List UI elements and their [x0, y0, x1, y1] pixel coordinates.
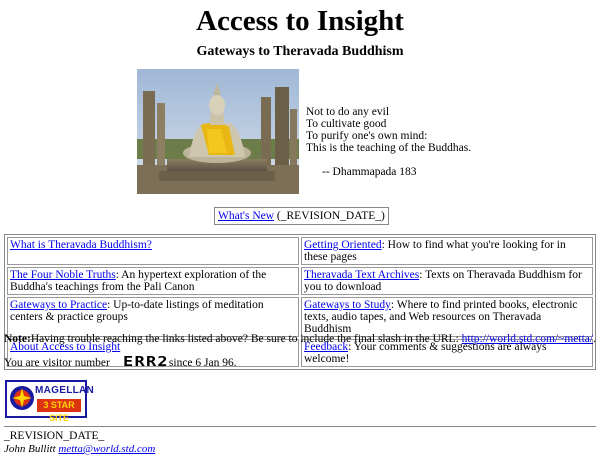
badge-name: MAGELLAN: [35, 385, 95, 396]
note-end: .: [593, 333, 596, 345]
note-text: Having trouble reaching the links listed…: [30, 333, 462, 345]
visitor-line: You are visitor number ERR2 since 6 Jan …: [4, 355, 237, 370]
nav-cell: Gateways to Practice: Up-to-date listing…: [7, 297, 299, 337]
author-line: John Bullitt metta@world.std.com: [4, 443, 155, 455]
footer-divider: [4, 426, 596, 427]
dhammapada-quote: Not to do any evil To cultivate good To …: [306, 106, 471, 178]
link-text-archives[interactable]: Theravada Text Archives: [304, 269, 419, 281]
footer-revision-date: _REVISION_DATE_: [4, 430, 105, 442]
nav-table: What is Theravada Buddhism? Getting Orie…: [4, 234, 596, 370]
link-gateways-to-practice[interactable]: Gateways to Practice: [10, 299, 107, 311]
nav-cell: The Four Noble Truths: An hypertext expl…: [7, 267, 299, 295]
link-four-noble-truths[interactable]: The Four Noble Truths: [10, 269, 116, 281]
author-name: John Bullitt: [4, 443, 56, 455]
visitor-prefix: You are visitor number: [4, 357, 110, 369]
link-gateways-to-study[interactable]: Gateways to Study: [304, 299, 391, 311]
site-title: Access to Insight: [196, 5, 404, 37]
whats-new-box: What's New (_REVISION_DATE_): [214, 207, 389, 225]
table-row: What is Theravada Buddhism? Getting Orie…: [7, 237, 593, 265]
magellan-badge[interactable]: MAGELLAN 3 STAR SITE: [5, 380, 94, 423]
revision-date-label: (_REVISION_DATE_): [276, 210, 385, 222]
link-getting-oriented[interactable]: Getting Oriented: [304, 239, 382, 251]
quote-line: To purify one's own mind:: [306, 130, 428, 142]
link-what-is-theravada[interactable]: What is Theravada Buddhism?: [10, 239, 152, 251]
nav-cell: Theravada Text Archives: Texts on Therav…: [301, 267, 593, 295]
visitor-counter: ERR2: [122, 355, 169, 370]
quote-line: Not to do any evil: [306, 106, 390, 118]
visitor-suffix: since 6 Jan 96.: [168, 357, 237, 369]
site-subtitle: Gateways to Theravada Buddhism: [196, 44, 404, 59]
quote-line: To cultivate good: [306, 118, 387, 130]
globe-icon: [10, 386, 34, 410]
note-label: Note:: [4, 333, 31, 345]
table-row: The Four Noble Truths: An hypertext expl…: [7, 267, 593, 295]
nav-cell: What is Theravada Buddhism?: [7, 237, 299, 265]
site-url-link[interactable]: http://world.std.com/~metta/: [462, 333, 593, 345]
nav-cell: Getting Oriented: How to find what you'r…: [301, 237, 593, 265]
buddha-statue-image: [137, 69, 299, 194]
nav-cell: Gateways to Study: Where to find printed…: [301, 297, 593, 337]
badge-rating: 3 STAR SITE: [37, 399, 81, 423]
table-row: Gateways to Practice: Up-to-date listing…: [7, 297, 593, 337]
quote-line: This is the teaching of the Buddhas.: [306, 142, 472, 154]
author-email-link[interactable]: metta@world.std.com: [58, 443, 155, 455]
note-line: Note:Having trouble reaching the links l…: [4, 333, 596, 345]
quote-attribution: -- Dhammapada 183: [322, 166, 417, 178]
whats-new-link[interactable]: What's New: [218, 210, 274, 222]
